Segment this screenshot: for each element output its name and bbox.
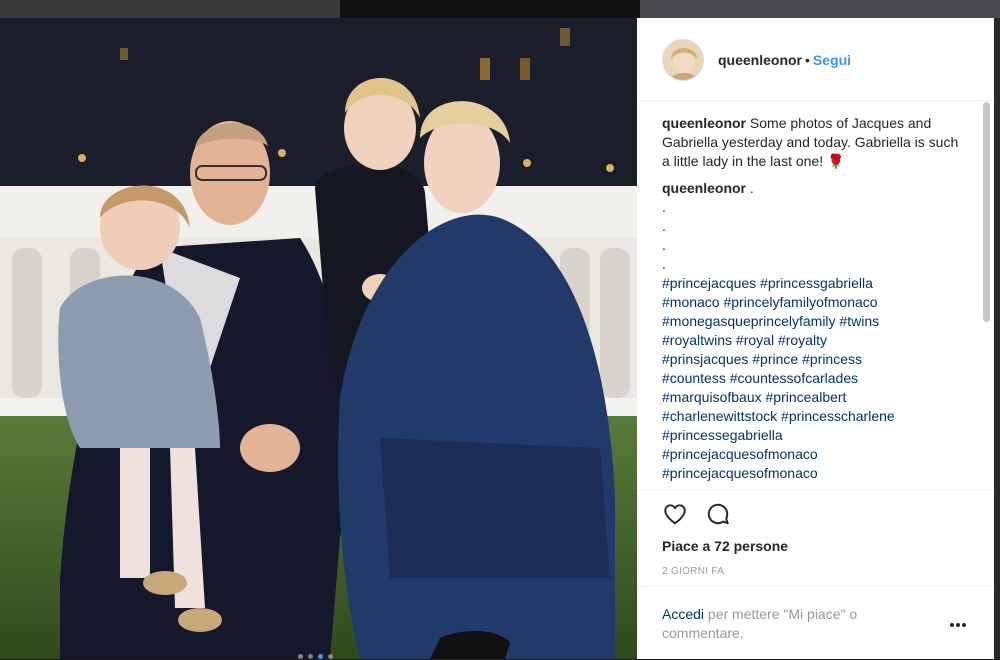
- carousel-dot[interactable]: [298, 654, 303, 659]
- hashtag-line[interactable]: #princejacquesofmonaco: [662, 445, 967, 464]
- hashtag-line[interactable]: #princejacques #princessgabriella: [662, 274, 967, 293]
- hashtag-line[interactable]: #charlenewittstock #princesscharlene: [662, 407, 967, 426]
- header-text: queenleonor • Segui: [718, 52, 851, 69]
- post-timestamp[interactable]: 2 GIORNI FA: [662, 566, 724, 577]
- comment-dot-line: .: [662, 237, 666, 253]
- window-edge: [994, 18, 1000, 659]
- login-prompt: Accedi per mettere "Mi piace" o commenta…: [637, 586, 994, 660]
- hashtag-line[interactable]: #royaltwins #royal #royalty: [662, 331, 967, 350]
- login-text: Accedi per mettere "Mi piace" o commenta…: [662, 605, 922, 643]
- comment-username[interactable]: queenleonor: [662, 115, 746, 131]
- hashtag-line[interactable]: #prinsjacques #prince #princess: [662, 350, 967, 369]
- hashtag-line[interactable]: #marquisofbaux #princealbert: [662, 388, 967, 407]
- ellipsis-icon[interactable]: [950, 623, 970, 631]
- follow-button[interactable]: Segui: [813, 52, 851, 68]
- heart-outline-icon[interactable]: [662, 501, 688, 527]
- browser-top-strip: [0, 0, 1000, 18]
- avatar-image: [663, 40, 703, 80]
- hashtag-comment: queenleonor . .... #princejacques #princ…: [662, 179, 967, 483]
- login-link[interactable]: Accedi: [662, 606, 704, 622]
- family-photo-illustration: [0, 18, 637, 659]
- hashtag-line[interactable]: #countess #countessofcarlades: [662, 369, 967, 388]
- post-header: queenleonor • Segui: [637, 18, 994, 101]
- carousel-indicator: [298, 654, 333, 659]
- top-strip-segment: [640, 0, 1000, 18]
- comment-username[interactable]: queenleonor: [662, 180, 746, 196]
- hashtag-line[interactable]: #monaco #princelyfamilyofmonaco: [662, 293, 967, 312]
- hashtag-line[interactable]: #princessegabriella: [662, 426, 967, 445]
- likes-count[interactable]: Piace a 72 persone: [662, 538, 788, 554]
- avatar[interactable]: [662, 39, 704, 81]
- top-strip-segment: [0, 0, 340, 18]
- comment-text: .: [749, 180, 754, 196]
- post-sidebar: queenleonor • Segui queenleonor Some photo…: [637, 18, 994, 659]
- speech-bubble-icon[interactable]: [705, 501, 731, 527]
- carousel-dot[interactable]: [328, 654, 333, 659]
- carousel-dot[interactable]: [318, 654, 323, 659]
- caption-comment: queenleonor Some photos of Jacques and G…: [662, 114, 967, 171]
- top-strip-segment: [340, 0, 640, 18]
- comments-list[interactable]: queenleonor Some photos of Jacques and G…: [662, 114, 967, 492]
- comments-scrollbar[interactable]: [983, 102, 990, 322]
- carousel-dot[interactable]: [308, 654, 313, 659]
- comment-dots: ....: [662, 198, 967, 274]
- hashtag-line[interactable]: #princejacquesofmonaco: [662, 464, 967, 483]
- hashtag-line[interactable]: #monegasqueprincelyfamily #twins: [662, 312, 967, 331]
- separator-dot: •: [805, 52, 810, 68]
- comment-dot-line: .: [662, 218, 666, 234]
- post-photo[interactable]: [0, 18, 637, 659]
- comment-dot-line: .: [662, 199, 666, 215]
- username-link[interactable]: queenleonor: [718, 52, 802, 68]
- hashtag-list: #princejacques #princessgabriella #monaco…: [662, 274, 967, 483]
- action-bar: [637, 490, 994, 531]
- comment-dot-line: .: [662, 256, 666, 272]
